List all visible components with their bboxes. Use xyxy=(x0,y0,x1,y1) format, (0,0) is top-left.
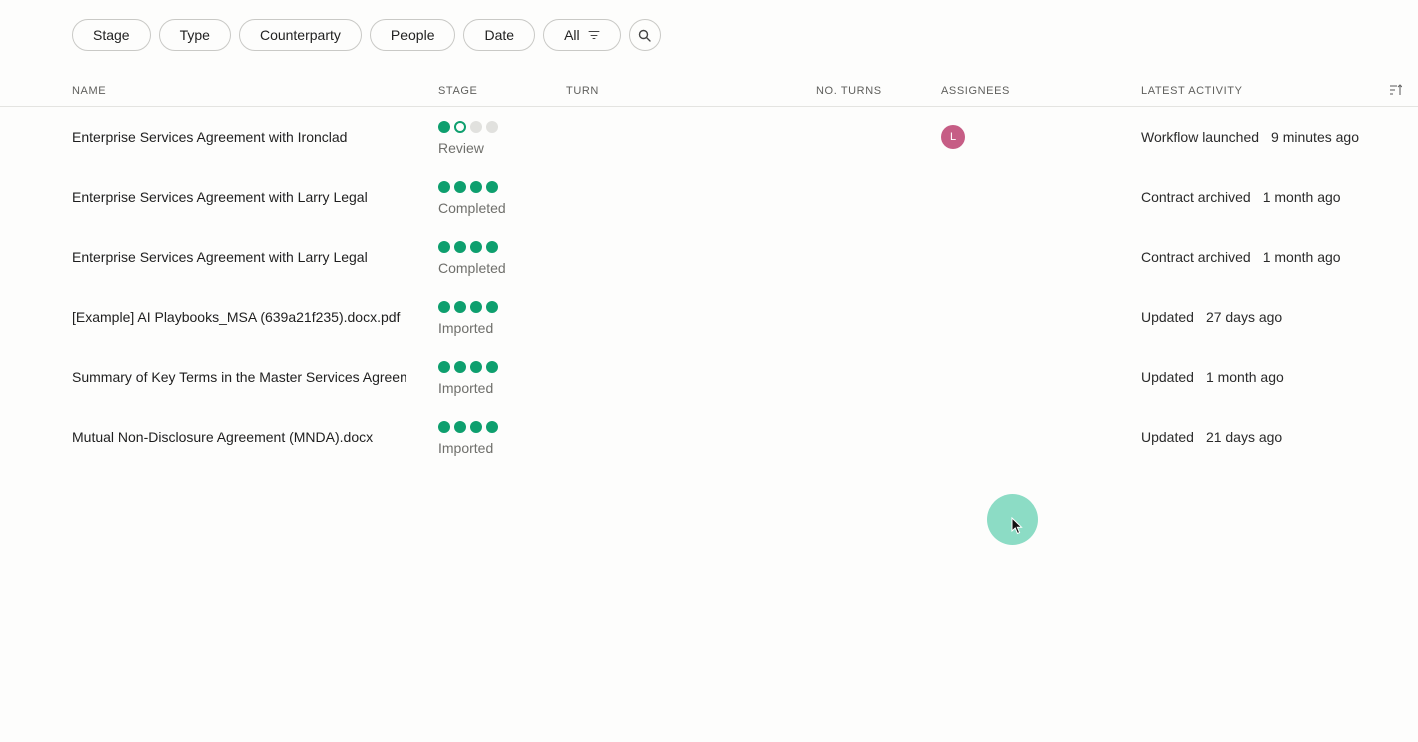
column-header-name[interactable]: NAME xyxy=(72,85,106,97)
table-row[interactable]: [Example] AI Playbooks_MSA (639a21f235).… xyxy=(0,287,1418,347)
filter-date-label: Date xyxy=(484,27,515,43)
stage-progress xyxy=(438,121,498,133)
filter-counterparty-label: Counterparty xyxy=(259,27,341,43)
stage-cell: Review xyxy=(438,121,498,156)
latest-activity: Updated 27 days ago xyxy=(1141,309,1282,325)
stage-dot xyxy=(438,241,450,253)
stage-cell: Imported xyxy=(438,361,498,396)
column-header-no-turns[interactable]: NO. TURNS xyxy=(816,85,882,97)
stage-dot xyxy=(454,301,466,313)
activity-time: 27 days ago xyxy=(1205,309,1283,325)
stage-label: Imported xyxy=(438,380,494,396)
stage-cell: Imported xyxy=(438,421,498,456)
contract-name[interactable]: [Example] AI Playbooks_MSA (639a21f235).… xyxy=(72,309,406,325)
column-header-latest-activity[interactable]: LATEST ACTIVITY xyxy=(1141,85,1243,97)
stage-dot xyxy=(438,301,450,313)
stage-dot xyxy=(486,241,498,253)
activity-text: Workflow launched xyxy=(1141,129,1260,145)
stage-label: Imported xyxy=(438,320,494,336)
latest-activity: Contract archived 1 month ago xyxy=(1141,249,1341,265)
latest-activity: Workflow launched 9 minutes ago xyxy=(1141,129,1359,145)
stage-dot xyxy=(470,181,482,193)
latest-activity: Contract archived 1 month ago xyxy=(1141,189,1341,205)
stage-dot xyxy=(438,181,450,193)
latest-activity: Updated 1 month ago xyxy=(1141,369,1284,385)
stage-dot xyxy=(454,241,466,253)
stage-label: Review xyxy=(438,140,484,156)
stage-label: Completed xyxy=(438,200,506,216)
stage-dot xyxy=(486,301,498,313)
stage-progress xyxy=(438,181,506,193)
table-row[interactable]: Enterprise Services Agreement with Larry… xyxy=(0,167,1418,227)
column-header-turn[interactable]: TURN xyxy=(566,85,599,97)
stage-label: Imported xyxy=(438,440,494,456)
filter-type-button[interactable]: Type xyxy=(158,19,231,51)
activity-time: 21 days ago xyxy=(1205,429,1283,445)
stage-dot xyxy=(454,121,466,133)
filter-type-label: Type xyxy=(179,27,210,43)
stage-dot xyxy=(470,301,482,313)
latest-activity: Updated 21 days ago xyxy=(1141,429,1282,445)
stage-progress xyxy=(438,421,498,433)
activity-time: 9 minutes ago xyxy=(1271,129,1359,145)
table-row[interactable]: Summary of Key Terms in the Master Servi… xyxy=(0,347,1418,407)
stage-dot xyxy=(486,121,498,133)
stage-dot xyxy=(470,121,482,133)
stage-progress xyxy=(438,361,498,373)
table-row[interactable]: Enterprise Services Agreement with Larry… xyxy=(0,227,1418,287)
table-row[interactable]: Enterprise Services Agreement with Ironc… xyxy=(0,107,1418,167)
table-row[interactable]: Mutual Non-Disclosure Agreement (MNDA).d… xyxy=(0,407,1418,467)
stage-dot xyxy=(486,421,498,433)
contract-name[interactable]: Enterprise Services Agreement with Ironc… xyxy=(72,129,406,145)
search-button[interactable] xyxy=(628,19,661,51)
stage-dot xyxy=(454,361,466,373)
stage-dot xyxy=(486,361,498,373)
contract-name[interactable]: Mutual Non-Disclosure Agreement (MNDA).d… xyxy=(72,429,406,445)
search-icon xyxy=(638,29,651,42)
stage-cell: Completed xyxy=(438,241,506,276)
stage-label: Completed xyxy=(438,260,506,276)
filter-stage-label: Stage xyxy=(93,27,130,43)
stage-dot xyxy=(438,361,450,373)
stage-dot xyxy=(470,421,482,433)
contract-name[interactable]: Summary of Key Terms in the Master Servi… xyxy=(72,369,406,385)
filter-bar: Stage Type Counterparty People Date All xyxy=(72,19,661,51)
filter-icon xyxy=(588,30,600,40)
stage-progress xyxy=(438,241,506,253)
stage-dot xyxy=(438,121,450,133)
stage-cell: Imported xyxy=(438,301,498,336)
mouse-pointer-icon xyxy=(1011,517,1023,535)
stage-progress xyxy=(438,301,498,313)
activity-time: 1 month ago xyxy=(1262,249,1341,265)
contracts-table-body: Enterprise Services Agreement with Ironc… xyxy=(0,107,1418,467)
filter-people-label: People xyxy=(390,27,435,43)
stage-dot xyxy=(470,361,482,373)
activity-time: 1 month ago xyxy=(1205,369,1284,385)
filter-all-button[interactable]: All xyxy=(543,19,621,51)
filter-all-label: All xyxy=(564,27,580,43)
activity-text: Contract archived xyxy=(1141,189,1251,205)
stage-dot xyxy=(438,421,450,433)
column-header-stage[interactable]: STAGE xyxy=(438,85,477,97)
column-header-assignees[interactable]: ASSIGNEES xyxy=(941,85,1010,97)
table-header: NAME STAGE TURN NO. TURNS ASSIGNEES LATE… xyxy=(0,76,1418,107)
filter-people-button[interactable]: People xyxy=(369,19,456,51)
filter-counterparty-button[interactable]: Counterparty xyxy=(238,19,362,51)
activity-time: 1 month ago xyxy=(1262,189,1341,205)
activity-text: Contract archived xyxy=(1141,249,1251,265)
stage-dot xyxy=(470,241,482,253)
avatar[interactable]: L xyxy=(941,125,965,149)
stage-dot xyxy=(486,181,498,193)
sort-icon[interactable] xyxy=(1390,84,1402,96)
activity-text: Updated xyxy=(1141,309,1194,325)
activity-text: Updated xyxy=(1141,429,1194,445)
stage-dot xyxy=(454,181,466,193)
contract-name[interactable]: Enterprise Services Agreement with Larry… xyxy=(72,249,406,265)
activity-text: Updated xyxy=(1141,369,1194,385)
contract-name[interactable]: Enterprise Services Agreement with Larry… xyxy=(72,189,406,205)
stage-cell: Completed xyxy=(438,181,506,216)
stage-dot xyxy=(454,421,466,433)
filter-stage-button[interactable]: Stage xyxy=(72,19,151,51)
filter-date-button[interactable]: Date xyxy=(463,19,536,51)
